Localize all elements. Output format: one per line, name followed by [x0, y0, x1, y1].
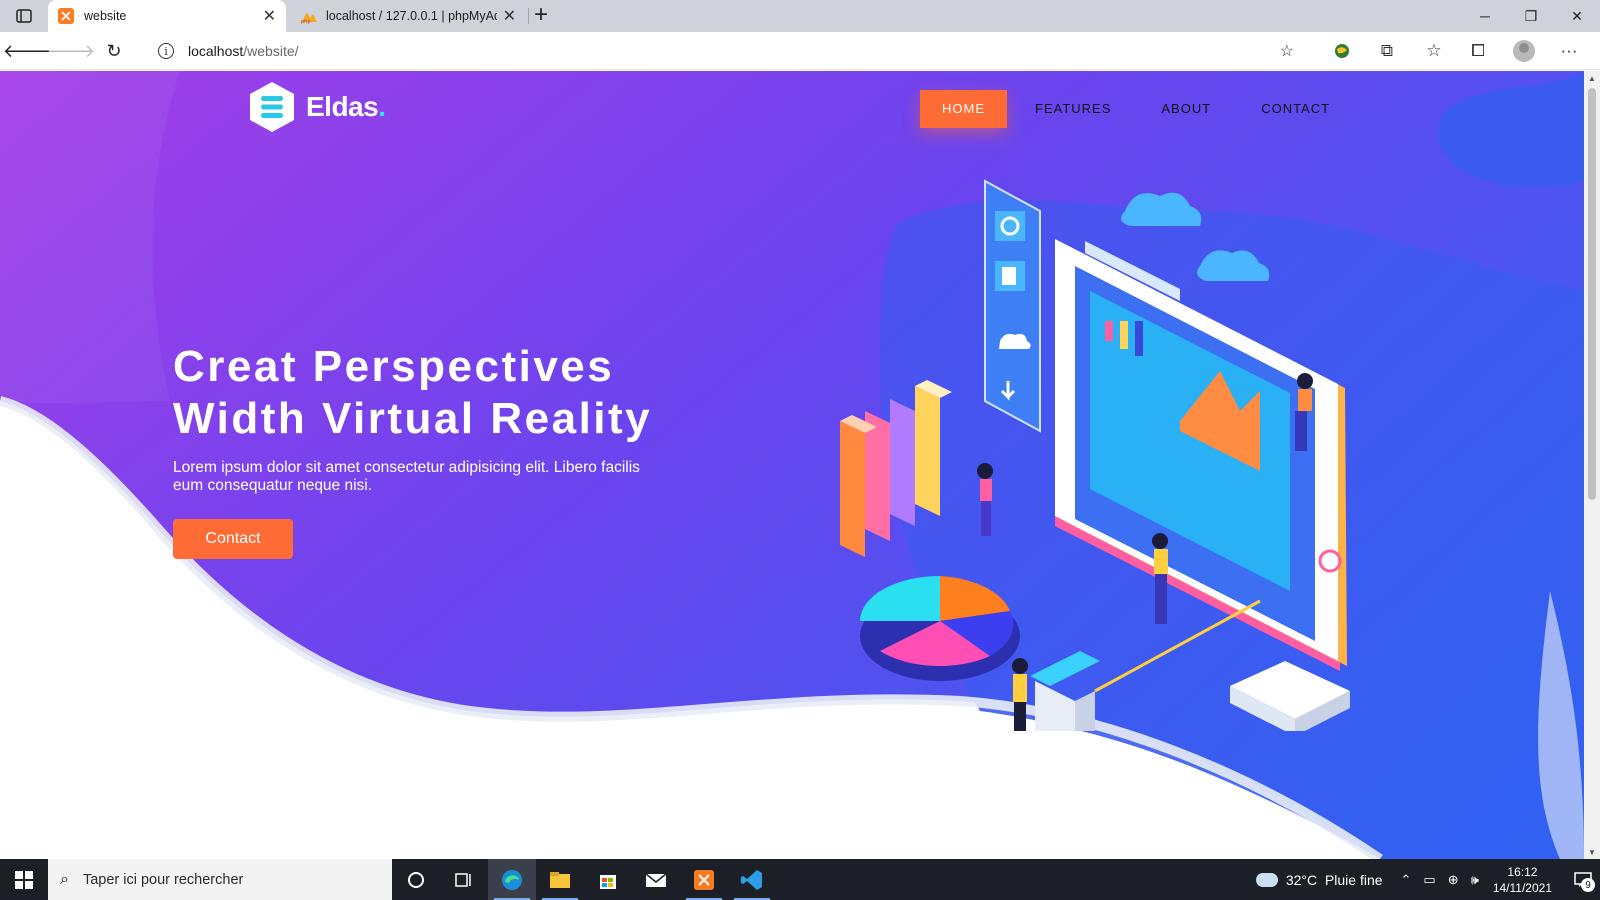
address-bar[interactable]: i localhost/website/ ☆: [146, 36, 1306, 66]
close-tab-icon[interactable]: ✕: [503, 6, 516, 26]
favorites-icon[interactable]: ☆: [1422, 40, 1446, 62]
search-icon: ⌕: [60, 870, 69, 888]
nav-home[interactable]: HOME: [920, 90, 1007, 128]
tab-title: localhost / 127.0.0.1 | phpMyAdmin: [326, 9, 497, 23]
notifications-icon[interactable]: 9: [1566, 859, 1600, 900]
minimize-icon[interactable]: ─: [1462, 0, 1508, 32]
logo-hexagon-icon: [250, 82, 294, 132]
search-placeholder: Taper ici pour rechercher: [82, 871, 244, 888]
clock-time: 16:12: [1507, 864, 1538, 879]
tab-divider: [528, 8, 529, 24]
app-panel: [984, 179, 1041, 433]
tab-phpmyadmin[interactable]: php localhost / 127.0.0.1 | phpMyAdmin ✕: [290, 0, 526, 32]
clock-date: 14/11/2021: [1492, 880, 1552, 895]
avatar: [1513, 40, 1535, 62]
bar-stack-chart: [840, 380, 952, 557]
phone-screen: [1055, 239, 1347, 671]
scroll-down-icon[interactable]: ▼: [1584, 845, 1600, 859]
site-info-icon[interactable]: i: [158, 43, 174, 59]
network-globe-icon[interactable]: ⊕: [1448, 872, 1459, 888]
back-arrow-icon[interactable]: 🡐: [3, 39, 51, 63]
brand-text: Eldas: [306, 91, 379, 122]
url-path: /website/: [243, 43, 299, 59]
info-tile: [1230, 661, 1350, 731]
taskbar-search-input[interactable]: ⌕ Taper ici pour rechercher: [48, 859, 392, 900]
hero-headline: Creat Perspectives Width Virtual Reality: [173, 341, 652, 445]
vertical-scrollbar[interactable]: ▲ ▼: [1584, 71, 1600, 859]
address-url[interactable]: localhost/website/: [188, 43, 299, 59]
weather-temp: 32°C: [1285, 871, 1318, 888]
close-tab-icon[interactable]: ✕: [263, 6, 276, 26]
windows-taskbar: ⌕ Taper ici pour rechercher 32°C Pluie f…: [0, 859, 1600, 900]
window-controls: ─ ❐ ✕: [1462, 0, 1600, 32]
tab-actions-icon[interactable]: [8, 6, 40, 26]
forward-arrow-icon[interactable]: 🡒: [47, 39, 95, 63]
vscode-icon[interactable]: [728, 859, 776, 900]
extension-globe-icon[interactable]: [1330, 40, 1354, 62]
scroll-up-icon[interactable]: ▲: [1584, 71, 1600, 85]
chevron-up-icon[interactable]: ⌃: [1401, 872, 1412, 888]
taskbar-clock[interactable]: 16:12 14/11/2021: [1493, 864, 1552, 896]
cloud-icon: [1121, 192, 1270, 281]
file-explorer-icon[interactable]: [536, 859, 584, 900]
brand-name: Eldas.: [306, 91, 386, 123]
browser-tab-bar: website ✕ php localhost / 127.0.0.1 | ph…: [0, 0, 1600, 32]
phpmyadmin-favicon-icon: php: [300, 8, 317, 25]
close-window-icon[interactable]: ✕: [1554, 0, 1600, 32]
tab-website[interactable]: website ✕: [48, 0, 286, 32]
battery-icon[interactable]: ▭: [1423, 872, 1435, 888]
windows-start-icon[interactable]: [0, 859, 48, 900]
main-nav: HOME FEATURES ABOUT CONTACT: [920, 90, 1358, 128]
notification-count-badge: 9: [1581, 878, 1595, 892]
xampp-favicon-icon: [58, 8, 74, 24]
collections-icon[interactable]: ⧠: [1466, 40, 1490, 62]
system-tray: 32°C Pluie fine ⌃ ▭ ⊕ 🕪 16:12 14/11/2021…: [1255, 859, 1600, 900]
vr-isometric-illustration: [840, 179, 1350, 731]
weather-description: Pluie fine: [1324, 871, 1383, 888]
page-viewport: Eldas. HOME FEATURES ABOUT CONTACT Creat…: [0, 71, 1584, 859]
restore-icon[interactable]: ❐: [1508, 0, 1554, 32]
nav-about[interactable]: ABOUT: [1139, 90, 1233, 128]
pie-chart: [860, 576, 1020, 681]
url-host: localhost: [188, 43, 244, 59]
rain-cloud-icon: [1255, 872, 1278, 887]
site-logo[interactable]: Eldas.: [248, 81, 386, 133]
profile-icon[interactable]: [1512, 40, 1536, 62]
task-view-icon[interactable]: [440, 859, 488, 900]
scrollbar-thumb[interactable]: [1588, 88, 1596, 500]
contact-button[interactable]: Contact: [173, 519, 293, 559]
mail-icon[interactable]: [632, 859, 680, 900]
nav-contact[interactable]: CONTACT: [1239, 90, 1352, 128]
add-favorite-icon[interactable]: ☆: [1280, 41, 1294, 61]
headline-line-1: Creat Perspectives: [173, 342, 615, 391]
new-tab-icon[interactable]: +: [534, 3, 548, 27]
cortana-icon[interactable]: [392, 859, 440, 900]
xampp-icon[interactable]: [680, 859, 728, 900]
nav-features[interactable]: FEATURES: [1013, 90, 1133, 128]
more-menu-icon[interactable]: ···: [1557, 40, 1581, 62]
browser-toolbar: 🡐 🡒 ↻ i localhost/website/ ☆ ⧉ ☆ ⧠ ···: [0, 32, 1600, 70]
edge-browser-icon[interactable]: [488, 859, 536, 900]
svg-text:php: php: [301, 19, 311, 24]
hero-subtext: Lorem ipsum dolor sit amet consectetur a…: [173, 459, 640, 494]
volume-icon[interactable]: 🕪: [1471, 872, 1479, 888]
refresh-icon[interactable]: ↻: [101, 39, 127, 63]
brand-dot: .: [378, 91, 386, 122]
tab-title: website: [84, 9, 127, 23]
extensions-puzzle-icon[interactable]: ⧉: [1375, 40, 1399, 62]
headline-line-2: Width Virtual Reality: [173, 394, 653, 443]
kiosk: [1030, 599, 1261, 731]
microsoft-store-icon[interactable]: [584, 859, 632, 900]
weather-widget[interactable]: 32°C Pluie fine: [1255, 871, 1383, 888]
